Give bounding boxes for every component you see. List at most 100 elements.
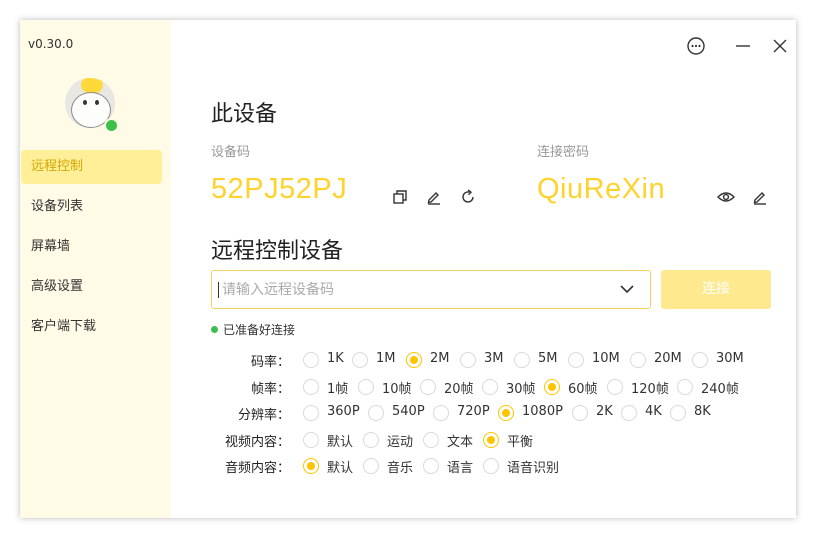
bitrate-radio-5m[interactable] <box>514 352 530 368</box>
audio-radio-speech-recognition[interactable] <box>483 458 499 474</box>
bitrate-option-label[interactable]: 20M <box>654 351 682 366</box>
status-dot <box>211 326 218 333</box>
framerate-option-label[interactable]: 120帧 <box>631 378 669 397</box>
minimize-button[interactable] <box>733 36 753 56</box>
video-radio-motion[interactable] <box>363 432 379 448</box>
avatar-eye <box>95 100 99 105</box>
pencil-icon <box>427 192 440 205</box>
edit-device-code-button[interactable] <box>425 188 443 206</box>
resolution-radio-2k[interactable] <box>572 405 588 421</box>
resolution-option-label[interactable]: 360P <box>327 404 360 419</box>
framerate-radio-20[interactable] <box>420 379 436 395</box>
sidebar-item-remote-control[interactable]: 远程控制 <box>21 150 162 184</box>
chevron-down-icon[interactable] <box>619 281 635 297</box>
password-label: 连接密码 <box>537 145 590 160</box>
resolution-radio-1080p[interactable] <box>498 405 514 421</box>
framerate-radio-10[interactable] <box>358 379 374 395</box>
copy-icon <box>393 190 407 204</box>
resolution-option-label[interactable]: 1080P <box>522 404 563 419</box>
video-radio-text[interactable] <box>423 432 439 448</box>
audio-radio-default[interactable] <box>303 458 319 474</box>
framerate-option-label[interactable]: 20帧 <box>444 378 474 397</box>
bitrate-options: 码率： 1K 1M 2M 3M 5M 10M 20M 30M <box>20 350 796 370</box>
resolution-radio-8k[interactable] <box>670 405 686 421</box>
connect-button[interactable]: 连接 <box>661 270 771 309</box>
remote-code-combobox[interactable] <box>211 270 651 309</box>
this-device-title: 此设备 <box>211 102 278 127</box>
copy-button[interactable] <box>391 188 409 206</box>
bitrate-option-label[interactable]: 5M <box>538 351 558 366</box>
feedback-button[interactable] <box>686 36 706 56</box>
video-content-label: 视频内容： <box>224 435 290 450</box>
app-window: v0.30.0 远程控制 设备列表 屏幕墙 高级设置 客户端下载 此设备 设备码… <box>20 20 796 518</box>
framerate-option-label[interactable]: 10帧 <box>382 378 412 397</box>
sidebar-item-screen-wall[interactable]: 屏幕墙 <box>21 230 162 264</box>
sidebar-item-advanced-settings[interactable]: 高级设置 <box>21 270 162 304</box>
framerate-label: 帧率： <box>250 382 290 397</box>
edit-password-button[interactable] <box>751 188 769 206</box>
framerate-option-label[interactable]: 30帧 <box>506 378 536 397</box>
resolution-options: 分辨率： 360P 540P 720P 1080P 2K 4K 8K <box>20 403 796 423</box>
bitrate-option-label[interactable]: 3M <box>484 351 504 366</box>
remote-code-input[interactable] <box>220 279 604 301</box>
resolution-radio-540p[interactable] <box>368 405 384 421</box>
video-option-label[interactable]: 文本 <box>447 431 473 450</box>
password-value: QiuReXin <box>537 173 666 205</box>
resolution-radio-720p[interactable] <box>433 405 449 421</box>
audio-option-label[interactable]: 语言 <box>447 457 473 476</box>
bitrate-radio-1m[interactable] <box>352 352 368 368</box>
framerate-option-label[interactable]: 1帧 <box>327 378 348 397</box>
bitrate-option-label[interactable]: 30M <box>716 351 744 366</box>
chat-icon <box>687 37 705 55</box>
bitrate-radio-30m[interactable] <box>692 352 708 368</box>
video-option-label[interactable]: 默认 <box>327 431 353 450</box>
resolution-option-label[interactable]: 4K <box>645 404 662 419</box>
audio-option-label[interactable]: 音乐 <box>387 457 413 476</box>
audio-option-label[interactable]: 默认 <box>327 457 353 476</box>
resolution-radio-4k[interactable] <box>621 405 637 421</box>
framerate-radio-60[interactable] <box>544 379 560 395</box>
audio-option-label[interactable]: 语音识别 <box>507 457 559 476</box>
resolution-label: 分辨率： <box>237 408 290 423</box>
framerate-radio-120[interactable] <box>607 379 623 395</box>
video-option-label[interactable]: 平衡 <box>507 431 533 450</box>
bitrate-option-label[interactable]: 1M <box>376 351 396 366</box>
audio-content-options: 音频内容： 默认 音乐 语言 语音识别 <box>20 456 796 476</box>
bitrate-radio-20m[interactable] <box>630 352 646 368</box>
bitrate-radio-3m[interactable] <box>460 352 476 368</box>
framerate-option-label[interactable]: 240帧 <box>701 378 739 397</box>
audio-radio-speech[interactable] <box>423 458 439 474</box>
framerate-options: 帧率： 1帧 10帧 20帧 30帧 60帧 120帧 240帧 <box>20 377 796 397</box>
sidebar-nav: 远程控制 设备列表 屏幕墙 高级设置 客户端下载 <box>20 150 171 350</box>
audio-radio-music[interactable] <box>363 458 379 474</box>
bitrate-radio-2m[interactable] <box>406 352 422 368</box>
device-code-label: 设备码 <box>211 145 251 160</box>
online-status-dot <box>104 118 119 133</box>
resolution-option-label[interactable]: 720P <box>457 404 490 419</box>
bitrate-option-label[interactable]: 1K <box>327 351 344 366</box>
status-text: 已准备好连接 <box>223 323 296 337</box>
framerate-radio-1[interactable] <box>303 379 319 395</box>
version-label: v0.30.0 <box>28 37 74 51</box>
refresh-code-button[interactable] <box>459 188 477 206</box>
video-radio-balanced[interactable] <box>483 432 499 448</box>
bitrate-radio-10m[interactable] <box>568 352 584 368</box>
close-button[interactable] <box>770 36 790 56</box>
resolution-option-label[interactable]: 8K <box>694 404 711 419</box>
resolution-option-label[interactable]: 2K <box>596 404 613 419</box>
bitrate-radio-1k[interactable] <box>303 352 319 368</box>
resolution-option-label[interactable]: 540P <box>392 404 425 419</box>
resolution-radio-360p[interactable] <box>303 405 319 421</box>
bitrate-option-label[interactable]: 10M <box>592 351 620 366</box>
refresh-icon <box>462 189 474 203</box>
text-caret <box>218 282 219 298</box>
bitrate-option-label[interactable]: 2M <box>430 351 450 366</box>
sidebar-item-client-download[interactable]: 客户端下载 <box>21 310 162 344</box>
framerate-option-label[interactable]: 60帧 <box>568 378 598 397</box>
sidebar-item-device-list[interactable]: 设备列表 <box>21 190 162 224</box>
video-radio-default[interactable] <box>303 432 319 448</box>
video-option-label[interactable]: 运动 <box>387 431 413 450</box>
framerate-radio-240[interactable] <box>677 379 693 395</box>
framerate-radio-30[interactable] <box>482 379 498 395</box>
show-password-button[interactable] <box>717 188 735 206</box>
